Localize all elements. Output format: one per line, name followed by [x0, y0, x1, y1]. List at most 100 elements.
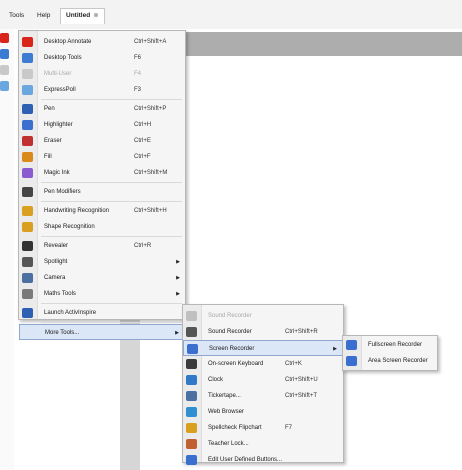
menu-item-label: Camera: [44, 275, 66, 281]
expresspoll-icon: [22, 85, 33, 95]
menu-item-label: Area Screen Recorder: [368, 358, 428, 364]
menu-item-shortcut: Ctrl+F: [134, 154, 151, 160]
flipchart-scroll-bar[interactable]: [120, 318, 140, 470]
desktop-tools-icon: [22, 53, 33, 63]
multi-user-icon: [22, 69, 33, 79]
menu-item-label: Fill: [44, 154, 52, 160]
menu-item-label: Screen Recorder: [209, 346, 255, 352]
submenu-arrow-icon: ▶: [175, 330, 179, 336]
menu-item-spellcheck-flipchart[interactable]: Spellcheck Flipchart F7: [183, 420, 343, 436]
toolbar-users-icon[interactable]: [0, 65, 9, 75]
tab-untitled[interactable]: Untitled ⊗: [60, 8, 105, 24]
toolbar-annotate-icon[interactable]: [0, 33, 9, 43]
menu-item-revealer[interactable]: Revealer Ctrl+R: [19, 238, 185, 254]
menu-item-label: Maths Tools: [44, 291, 76, 297]
menu-item-on-screen-keyboard[interactable]: On-screen Keyboard Ctrl+K: [183, 356, 343, 372]
menu-item-shortcut: F7: [285, 425, 293, 431]
menu-tools[interactable]: Tools: [6, 10, 27, 22]
area-screen-recorder-icon: [346, 356, 357, 366]
menu-separator: [41, 99, 182, 100]
menu-item-area-screen-recorder[interactable]: Area Screen Recorder: [343, 353, 437, 369]
sound-recorder-icon: [186, 327, 197, 337]
maths-tools-icon: [22, 289, 33, 299]
handwriting-recognition-icon: [22, 206, 33, 216]
menu-item-label: ExpressPoll: [44, 87, 76, 93]
submenu-arrow-icon: ▶: [176, 291, 180, 297]
tools-menu: Desktop Annotate Ctrl+Shift+A Desktop Tool…: [18, 30, 186, 340]
submenu-arrow-icon: ▶: [176, 259, 180, 265]
menu-item-label: Eraser: [44, 138, 62, 144]
menu-item-shortcut: Ctrl+Shift+M: [134, 170, 168, 176]
more-tools-menu: Sound Recorder Sound Recorder Ctrl+Shift+R…: [182, 304, 344, 465]
menu-item-sound-recorder[interactable]: Sound Recorder Ctrl+Shift+R: [183, 324, 343, 340]
toolbar-tools-icon[interactable]: [0, 49, 9, 59]
menu-item-label: Launch ActivInspire: [44, 310, 97, 316]
menu-item-multi-user: Multi-User F4: [19, 66, 185, 82]
menu-item-expresspoll[interactable]: ExpressPoll F3: [19, 82, 185, 98]
menu-item-tickertape[interactable]: Tickertape... Ctrl+Shift+T: [183, 388, 343, 404]
pen-icon: [22, 104, 33, 114]
launch-activinspire-icon: [22, 308, 33, 318]
left-toolbar: [0, 29, 14, 470]
screen-recorder-icon: [187, 344, 198, 354]
menu-item-label: Tickertape...: [208, 393, 241, 399]
tab-title: Untitled: [66, 12, 91, 19]
menu-item-shortcut: Ctrl+Shift+R: [285, 329, 318, 335]
shape-recognition-icon: [22, 222, 33, 232]
tab-close-icon[interactable]: ⊗: [93, 12, 98, 19]
menu-item-label: On-screen Keyboard: [208, 361, 264, 367]
fullscreen-recorder-icon: [346, 340, 357, 350]
menu-item-maths-tools[interactable]: Maths Tools ▶: [19, 286, 185, 302]
menu-item-pen-modifiers[interactable]: Pen Modifiers: [19, 184, 185, 200]
edit-buttons-icon: [186, 455, 197, 465]
toolbar-poll-icon[interactable]: [0, 81, 9, 91]
sound-recorder-disabled-icon: [186, 311, 197, 321]
menu-item-shortcut: F3: [134, 87, 142, 93]
menu-item-edit-user-defined-buttons[interactable]: Edit User Defined Buttons...: [183, 452, 343, 468]
menu-separator: [41, 182, 182, 183]
menu-item-shortcut: Ctrl+H: [134, 122, 152, 128]
menu-item-eraser[interactable]: Eraser Ctrl+E: [19, 133, 185, 149]
submenu-arrow-icon: ▶: [333, 346, 337, 352]
menu-item-label: Clock: [208, 377, 224, 383]
menu-item-shortcut: Ctrl+Shift+A: [134, 39, 167, 45]
menu-help[interactable]: Help: [34, 10, 53, 22]
menu-item-highlighter[interactable]: Highlighter Ctrl+H: [19, 117, 185, 133]
menu-item-label: Sound Recorder: [208, 313, 252, 319]
menu-item-pen[interactable]: Pen Ctrl+Shift+P: [19, 101, 185, 117]
menu-item-label: Handwriting Recognition: [44, 208, 110, 214]
menu-item-web-browser[interactable]: Web Browser: [183, 404, 343, 420]
teacher-lock-icon: [186, 439, 197, 449]
menu-item-screen-recorder[interactable]: Screen Recorder ▶: [183, 340, 343, 356]
menu-separator: [41, 201, 182, 202]
menu-item-desktop-tools[interactable]: Desktop Tools F6: [19, 50, 185, 66]
menu-item-label: Pen Modifiers: [44, 189, 81, 195]
menu-item-desktop-annotate[interactable]: Desktop Annotate Ctrl+Shift+A: [19, 34, 185, 50]
menu-item-label: Spellcheck Flipchart: [208, 425, 262, 431]
menu-item-more-tools[interactable]: More Tools... ▶: [19, 324, 185, 340]
spotlight-icon: [22, 257, 33, 267]
menu-item-shortcut: F6: [134, 55, 142, 61]
menu-item-shortcut: Ctrl+E: [134, 138, 151, 144]
menu-item-fill[interactable]: Fill Ctrl+F: [19, 149, 185, 165]
menu-item-label: Teacher Lock...: [208, 441, 249, 447]
menu-item-label: Multi-User: [44, 71, 72, 77]
menu-item-shortcut: Ctrl+K: [285, 361, 302, 367]
keyboard-icon: [186, 359, 197, 369]
menu-item-label: Highlighter: [44, 122, 73, 128]
menu-separator: [41, 303, 182, 304]
menu-item-label: Web Browser: [208, 409, 244, 415]
menu-item-shape-recognition[interactable]: Shape Recognition: [19, 219, 185, 235]
menu-item-clock[interactable]: Clock Ctrl+Shift+U: [183, 372, 343, 388]
menu-item-label: Revealer: [44, 243, 69, 249]
menu-separator: [41, 236, 182, 237]
menu-item-fullscreen-recorder[interactable]: Fullscreen Recorder: [343, 337, 437, 353]
menu-item-magic-ink[interactable]: Magic Ink Ctrl+Shift+M: [19, 165, 185, 181]
menu-item-label: Desktop Tools: [44, 55, 82, 61]
menu-item-launch-activinspire[interactable]: Launch ActivInspire: [19, 305, 185, 321]
menu-item-spotlight[interactable]: Spotlight ▶: [19, 254, 185, 270]
pen-modifiers-icon: [22, 187, 33, 197]
menu-item-camera[interactable]: Camera ▶: [19, 270, 185, 286]
menu-item-handwriting-recognition[interactable]: Handwriting Recognition Ctrl+Shift+H: [19, 203, 185, 219]
menu-item-teacher-lock[interactable]: Teacher Lock...: [183, 436, 343, 452]
